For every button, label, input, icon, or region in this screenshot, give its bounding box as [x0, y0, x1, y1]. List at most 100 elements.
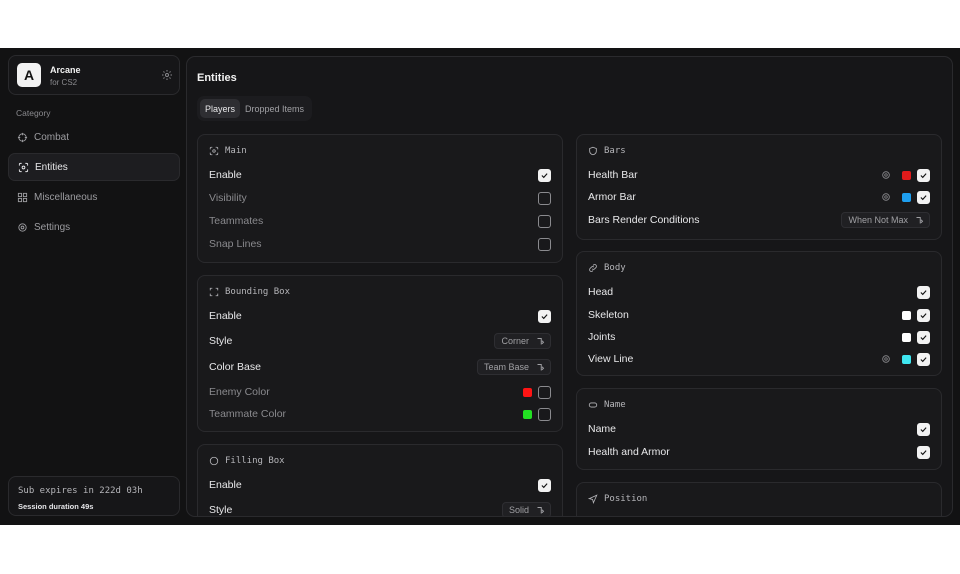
row-label: Enable: [209, 169, 242, 181]
filling-style-row: Style Solid: [209, 502, 551, 516]
body-card: Body Head Skeleton Joints View Line: [576, 251, 942, 376]
row-label: Teammates: [209, 215, 264, 227]
grid-icon: [17, 192, 28, 202]
card-title: Bounding Box: [225, 287, 291, 297]
brand-subtitle: for CS2: [50, 78, 78, 87]
bbox-enemy-color-row: Enemy Color: [209, 384, 551, 400]
check-icon: [920, 312, 927, 318]
filling-enable-checkbox[interactable]: [538, 478, 551, 492]
card-title: Name: [604, 400, 626, 410]
enemy-color-swatch[interactable]: [523, 387, 532, 397]
bbox-color-base-select[interactable]: Team Base: [476, 359, 551, 375]
row-label: View Line: [588, 353, 634, 365]
armor-bar-row: Armor Bar: [588, 189, 930, 205]
view-line-checkbox[interactable]: [917, 352, 930, 366]
joints-checkbox[interactable]: [917, 330, 930, 344]
bars-card: Bars Health Bar Armor Bar Bars Render Co…: [576, 134, 942, 240]
name-checkbox[interactable]: [917, 422, 930, 436]
gear-icon[interactable]: [881, 170, 891, 180]
brand-card: A Arcane for CS2: [8, 55, 180, 95]
check-icon: [920, 356, 927, 362]
row-label: Head: [588, 286, 614, 298]
armor-bar-color-swatch[interactable]: [902, 192, 911, 202]
skeleton-row: Skeleton: [588, 307, 930, 323]
filling-enable-row: Enable: [209, 477, 551, 493]
bars-render-conditions-select[interactable]: When Not Max: [841, 212, 930, 228]
bbox-teammate-color-checkbox[interactable]: [538, 407, 551, 421]
main-visibility-checkbox[interactable]: [538, 191, 551, 205]
main-teammates-row: Teammates: [209, 213, 551, 229]
health-bar-color-swatch[interactable]: [902, 170, 911, 180]
row-label: Enable: [209, 479, 242, 491]
row-label: Style: [209, 504, 233, 516]
health-bar-checkbox[interactable]: [917, 168, 930, 182]
bbox-enemy-color-checkbox[interactable]: [538, 385, 551, 399]
card-title: Main: [225, 146, 247, 156]
skeleton-checkbox[interactable]: [917, 308, 930, 322]
chevrons-icon: [916, 216, 924, 223]
gear-icon[interactable]: [161, 69, 173, 81]
tag-icon: [588, 402, 598, 408]
sidebar-item-label: Combat: [34, 131, 70, 143]
sidebar-item-label: Miscellaneous: [34, 191, 98, 203]
app-window: A Arcane for CS2 Category Combat Entitie…: [0, 48, 960, 525]
main-teammates-checkbox[interactable]: [538, 214, 551, 228]
health-and-armor-checkbox[interactable]: [917, 445, 930, 459]
select-value: Team Base: [483, 362, 529, 372]
check-icon: [920, 289, 927, 295]
gear-icon[interactable]: [881, 354, 891, 364]
filling-style-select[interactable]: Solid: [501, 502, 551, 516]
joints-row: Joints: [588, 329, 930, 345]
sidebar-item-label: Settings: [34, 221, 71, 233]
sidebar-item-settings[interactable]: Settings: [8, 213, 180, 241]
row-label: Teammate Color: [209, 408, 287, 420]
row-label: Health and Armor: [588, 446, 670, 458]
skeleton-color-swatch[interactable]: [902, 310, 911, 320]
gear-icon[interactable]: [881, 192, 891, 202]
card-title: Position: [604, 494, 648, 504]
card-header: Bounding Box: [209, 287, 290, 297]
card-title: Body: [604, 263, 626, 273]
page-title: Entities: [197, 72, 237, 84]
bars-render-conditions-row: Bars Render Conditions When Not Max: [588, 212, 930, 228]
view-line-color-swatch[interactable]: [902, 354, 911, 364]
main-snap-lines-checkbox[interactable]: [538, 237, 551, 251]
navigation-icon: [588, 494, 598, 504]
row-label: Snap Lines: [209, 238, 262, 250]
tab-players[interactable]: Players: [200, 99, 241, 118]
armor-bar-checkbox[interactable]: [917, 190, 930, 204]
card-header: Bars: [588, 146, 626, 156]
card-header: Main: [209, 146, 247, 156]
bbox-style-select[interactable]: Corner: [494, 333, 551, 349]
name-card: Name Name Health and Armor: [576, 388, 942, 470]
chevrons-icon: [537, 363, 545, 370]
card-header: Name: [588, 400, 626, 410]
tab-dropped-items[interactable]: Dropped Items: [240, 99, 309, 118]
sidebar-item-miscellaneous[interactable]: Miscellaneous: [8, 183, 180, 211]
row-label: Color Base: [209, 361, 261, 373]
shield-icon: [589, 146, 597, 156]
main-enable-row: Enable: [209, 167, 551, 183]
bounding-box-card: Bounding Box Enable Style Corner Color B…: [197, 275, 563, 432]
filling-box-card: Filling Box Enable Style Solid: [197, 444, 563, 516]
subscription-expiry: Sub expires in 222d 03h: [18, 486, 143, 496]
card-header: Filling Box: [209, 456, 285, 466]
card-title: Bars: [604, 146, 626, 156]
tab-bar: Players Dropped Items: [197, 96, 313, 121]
bbox-teammate-color-row: Teammate Color: [209, 406, 551, 422]
main-enable-checkbox[interactable]: [538, 168, 551, 182]
crosshair-icon: [17, 132, 28, 142]
sidebar-item-entities[interactable]: Entities: [8, 153, 180, 181]
row-label: Name: [588, 423, 617, 435]
bbox-enable-checkbox[interactable]: [538, 309, 551, 323]
check-icon: [920, 426, 927, 432]
head-checkbox[interactable]: [917, 285, 930, 299]
subscription-box: Sub expires in 222d 03h Session duration…: [8, 476, 180, 516]
row-label: Style: [209, 335, 233, 347]
category-label: Category: [16, 108, 51, 118]
teammate-color-swatch[interactable]: [523, 409, 532, 419]
check-icon: [541, 482, 548, 488]
row-label: Visibility: [209, 192, 247, 204]
sidebar-item-combat[interactable]: Combat: [8, 123, 180, 151]
joints-color-swatch[interactable]: [902, 332, 911, 342]
